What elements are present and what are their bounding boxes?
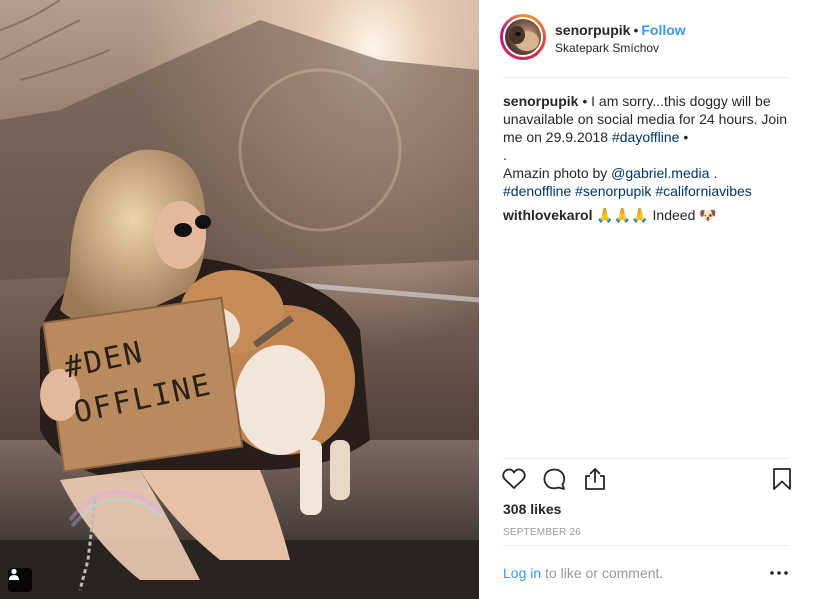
user-tag-icon[interactable] [8,568,32,592]
separator-dot: • [633,22,639,38]
comment-username[interactable]: withlovekarol [503,207,592,223]
comment-text: 🙏🙏🙏 Indeed 🐶 [592,207,717,223]
photo-illustration [0,0,479,599]
more-icon[interactable] [769,566,789,580]
caption-username[interactable]: senorpupik [503,93,578,109]
login-text: to like or comment. [541,565,664,581]
post-date[interactable]: SEPTEMBER 26 [503,527,581,538]
comment-icon[interactable] [541,466,567,492]
post-location[interactable]: Skatepark Smíchov [555,41,659,55]
hashtag-link[interactable]: #senorpupik [575,183,651,199]
post-username[interactable]: senorpupik [555,22,630,38]
header-divider [503,77,789,78]
likes-count[interactable]: 308 likes [503,501,561,517]
heart-icon[interactable] [501,466,527,492]
bottom-divider [503,545,789,546]
hashtag-link[interactable]: #denoffline [503,183,571,199]
post-photo[interactable]: #DEN OFFLINE [0,0,479,599]
follow-button[interactable]: Follow [641,22,685,38]
caption-text-2: unavailable on social media for 24 hours… [503,111,788,127]
avatar[interactable] [503,17,543,57]
post-header: senorpupik • Follow Skatepark Smíchov [479,0,814,78]
hashtag-link[interactable]: #dayoffline [612,129,679,145]
bookmark-icon[interactable] [769,466,795,492]
caption-text-5: Amazin photo by [503,165,612,181]
caption-text-3: me on 29.9.2018 [503,129,612,145]
share-icon[interactable] [582,466,608,492]
post-side-panel: senorpupik • Follow Skatepark Smíchov seno… [479,0,814,599]
caption-text-1: • I am sorry...this doggy will be [578,93,771,109]
caption-text-4: . [503,147,507,163]
login-link[interactable]: Log in [503,565,541,581]
caption: senorpupik • I am sorry...this doggy wil… [503,92,793,200]
comments-section: senorpupik • I am sorry...this doggy wil… [503,92,793,224]
login-prompt: Log in to like or comment. [503,565,663,581]
mention-link[interactable]: @gabriel.media [611,165,709,181]
hashtag-link[interactable]: #californiavibes [655,183,752,199]
caption-text-5-suffix: . [709,165,718,181]
actions-divider [503,458,789,459]
comment-item: withlovekarol 🙏🙏🙏 Indeed 🐶 [503,206,793,224]
caption-text-3-suffix: • [679,129,689,145]
